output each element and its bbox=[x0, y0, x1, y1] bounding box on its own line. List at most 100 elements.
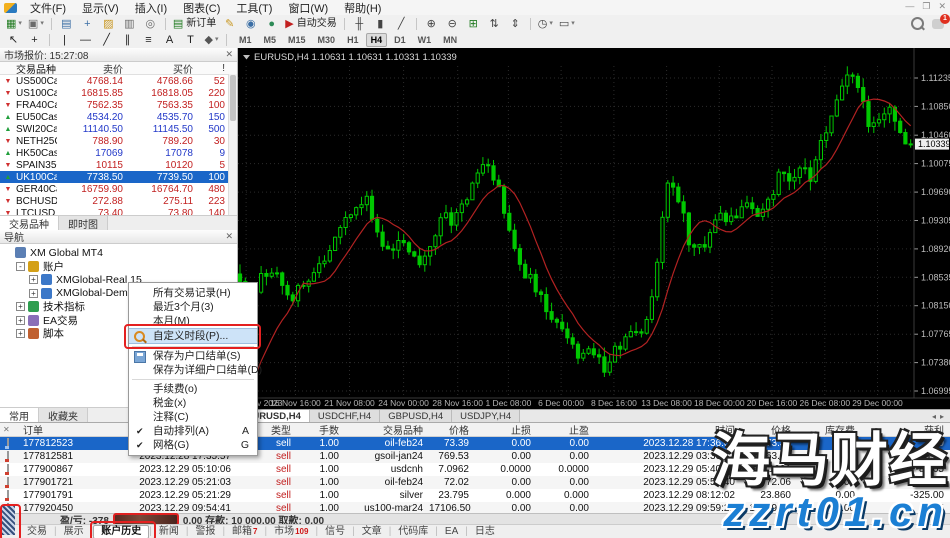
market-watch-row-UK100Cash[interactable]: ▲ UK100Cash 7738.50 7739.50 100 bbox=[0, 171, 237, 183]
crosshair-tool[interactable]: + bbox=[25, 32, 44, 48]
timeframe-W1[interactable]: W1 bbox=[413, 33, 437, 47]
terminal-tab-市场[interactable]: 市场109 bbox=[267, 526, 315, 538]
autotrading-button[interactable]: ▶自动交易 bbox=[283, 16, 338, 32]
terminal-toggle[interactable]: ▥ bbox=[120, 16, 139, 32]
close-button[interactable]: ✕ bbox=[938, 1, 946, 12]
market-watch-row-BCHUSD[interactable]: ▼ BCHUSD 272.88 275.11 223 bbox=[0, 195, 237, 207]
timeframe-H4[interactable]: H4 bbox=[366, 33, 388, 47]
navigator-tab-收藏夹[interactable]: 收藏夹 bbox=[39, 408, 88, 422]
market-watch-toggle[interactable]: ▤ bbox=[57, 16, 76, 32]
menu-item-保存为详细户口结单(D)[interactable]: 保存为详细户口结单(D) bbox=[129, 363, 257, 377]
tree-expander-icon[interactable]: + bbox=[16, 302, 25, 311]
timeframe-D1[interactable]: D1 bbox=[389, 33, 411, 47]
shapes-tool[interactable]: ◆ bbox=[202, 32, 221, 48]
chart-tab-USDJPY,H4[interactable]: USDJPY,H4 bbox=[452, 410, 520, 422]
restore-button[interactable]: ❐ bbox=[922, 1, 930, 12]
terminal-tab-新闻[interactable]: 新闻 bbox=[152, 526, 186, 538]
navigator-node-XM Global MT4[interactable]: XM Global MT4 bbox=[3, 246, 237, 260]
terminal-tab-交易[interactable]: 交易 bbox=[20, 526, 54, 538]
chart-tab-GBPUSD,H4[interactable]: GBPUSD,H4 bbox=[380, 410, 452, 422]
chart-canvas[interactable]: 1.112351.108501.104601.100751.096901.093… bbox=[238, 48, 950, 409]
terminal-tab-展示[interactable]: 展示 bbox=[57, 526, 91, 538]
market-watch-row-HK50Cash[interactable]: ▲ HK50Cash 17069 17078 9 bbox=[0, 147, 237, 159]
profiles-button[interactable]: ▣ bbox=[26, 16, 46, 32]
tree-expander-icon[interactable]: + bbox=[29, 289, 38, 298]
menu-item-最近3个月(3)[interactable]: 最近3个月(3) bbox=[129, 300, 257, 314]
market-watch-scrollbar[interactable] bbox=[228, 74, 237, 230]
trendline-tool[interactable]: ╱ bbox=[97, 32, 116, 48]
timeframe-M15[interactable]: M15 bbox=[283, 33, 311, 47]
globe-button[interactable]: ● bbox=[262, 16, 281, 32]
data-window-toggle[interactable]: + bbox=[78, 16, 97, 32]
minimize-button[interactable]: — bbox=[905, 1, 914, 12]
metaeditor-button[interactable]: ✎ bbox=[220, 16, 239, 32]
vertical-line-tool[interactable]: | bbox=[55, 32, 74, 48]
tree-expander-icon[interactable]: + bbox=[16, 329, 25, 338]
menu-item-手续费(o)[interactable]: 手续费(o) bbox=[129, 382, 257, 396]
menu-item-本月(M)[interactable]: 本月(M) bbox=[129, 314, 257, 328]
sort-up-button[interactable]: ⇅ bbox=[485, 16, 504, 32]
history-order-row-177901791[interactable]: 1779017912023.12.29 05:21:29sell1.00silv… bbox=[0, 489, 950, 502]
zoom-in-button[interactable]: ⊕ bbox=[422, 16, 441, 32]
timeframe-H1[interactable]: H1 bbox=[342, 33, 364, 47]
menu-item-网格(G)[interactable]: ✔网格(G)G bbox=[129, 438, 257, 452]
chat-icon[interactable]: 1 bbox=[932, 19, 944, 29]
fibonacci-tool[interactable]: ≡ bbox=[139, 32, 158, 48]
candlestick-chart-button[interactable]: ▮ bbox=[371, 16, 390, 32]
template-button[interactable]: ▭ bbox=[557, 16, 577, 32]
new-order-button[interactable]: ▤新订单 bbox=[171, 16, 218, 32]
terminal-tab-代码库[interactable]: 代码库 bbox=[391, 526, 435, 538]
terminal-tab-文章[interactable]: 文章 bbox=[355, 526, 389, 538]
terminal-tab-邮箱[interactable]: 邮箱7 bbox=[225, 526, 264, 538]
market-watch-tab-即时图[interactable]: 即时图 bbox=[59, 216, 108, 230]
tree-expander-icon[interactable]: + bbox=[29, 275, 38, 284]
label-tool[interactable]: T bbox=[181, 32, 200, 48]
navigator-tab-常用[interactable]: 常用 bbox=[0, 408, 39, 422]
community-button[interactable]: ◉ bbox=[241, 16, 260, 32]
cursor-tool[interactable]: ↖ bbox=[4, 32, 23, 48]
market-watch-tab-交易品种[interactable]: 交易品种 bbox=[0, 216, 59, 230]
history-order-row-177901721[interactable]: 1779017212023.12.29 05:21:03sell1.00oil-… bbox=[0, 476, 950, 489]
terminal-tab-账户历史[interactable]: 账户历史 bbox=[93, 525, 149, 538]
navigator-toggle[interactable]: ▨ bbox=[99, 16, 118, 32]
text-tool[interactable]: A bbox=[160, 32, 179, 48]
chart-tab-USDCHF,H4[interactable]: USDCHF,H4 bbox=[310, 410, 380, 422]
market-watch-row-EU50Cash[interactable]: ▲ EU50Cash 4534.20 4535.70 150 bbox=[0, 111, 237, 123]
menu-item-保存为户口结单(S)[interactable]: 保存为户口结单(S) bbox=[129, 349, 257, 363]
market-watch-row-NETH25Cash[interactable]: ▼ NETH25Cash 788.90 789.20 30 bbox=[0, 135, 237, 147]
menu-item-税金(x)[interactable]: 税金(x) bbox=[129, 396, 257, 410]
market-watch-row-SPAIN35Cash[interactable]: ▼ SPAIN35Cash 10115 10120 5 bbox=[0, 159, 237, 171]
channel-tool[interactable]: ∥ bbox=[118, 32, 137, 48]
tree-expander-icon[interactable]: - bbox=[16, 262, 25, 271]
market-watch-row-US500Cash[interactable]: ▼ US500Cash 4768.14 4768.66 52 bbox=[0, 75, 237, 87]
tree-expander-icon[interactable]: + bbox=[16, 316, 25, 325]
menu-item-自定义时段(P)...[interactable]: 自定义时段(P)... bbox=[129, 328, 257, 344]
timeframe-MN[interactable]: MN bbox=[438, 33, 462, 47]
market-watch-close-icon[interactable]: ✕ bbox=[225, 50, 233, 59]
menu-item-所有交易记录(H)[interactable]: 所有交易记录(H) bbox=[129, 286, 257, 300]
zoom-out-button[interactable]: ⊖ bbox=[443, 16, 462, 32]
search-icon[interactable] bbox=[911, 17, 924, 30]
chart-tab-scroll[interactable]: ◂▸ bbox=[932, 410, 950, 422]
terminal-col-✕[interactable]: ✕ bbox=[0, 425, 20, 434]
terminal-tab-日志[interactable]: 日志 bbox=[468, 526, 502, 538]
line-chart-button[interactable]: ╱ bbox=[392, 16, 411, 32]
strategy-tester-toggle[interactable]: ◎ bbox=[141, 16, 160, 32]
market-watch-row-GER40Cash[interactable]: ▼ GER40Cash 16759.90 16764.70 480 bbox=[0, 183, 237, 195]
timeframe-M30[interactable]: M30 bbox=[313, 33, 341, 47]
timeframe-M1[interactable]: M1 bbox=[234, 33, 257, 47]
menu-item-注释(C)[interactable]: 注释(C) bbox=[129, 410, 257, 424]
period-button[interactable]: ◷ bbox=[536, 16, 555, 32]
market-watch-row-US100Cash[interactable]: ▼ US100Cash 16815.85 16818.05 220 bbox=[0, 87, 237, 99]
terminal-tab-警报[interactable]: 警报 bbox=[188, 526, 222, 538]
new-chart-button[interactable]: ▦ bbox=[4, 16, 24, 32]
navigator-node-账户[interactable]: - 账户 bbox=[3, 260, 237, 274]
menu-item-自动排列(A)[interactable]: ✔自动排列(A)A bbox=[129, 424, 257, 438]
horizontal-line-tool[interactable]: — bbox=[76, 32, 95, 48]
history-order-row-177900867[interactable]: 1779008672023.12.29 05:10:06sell1.00usdc… bbox=[0, 463, 950, 476]
bar-chart-button[interactable]: ╫ bbox=[350, 16, 369, 32]
market-watch-row-FRA40Cash[interactable]: ▼ FRA40Cash 7562.35 7563.35 100 bbox=[0, 99, 237, 111]
market-watch-row-SWI20Cash[interactable]: ▲ SWI20Cash 11140.50 11145.50 500 bbox=[0, 123, 237, 135]
timeframe-M5[interactable]: M5 bbox=[259, 33, 282, 47]
terminal-tab-EA[interactable]: EA bbox=[438, 526, 465, 538]
